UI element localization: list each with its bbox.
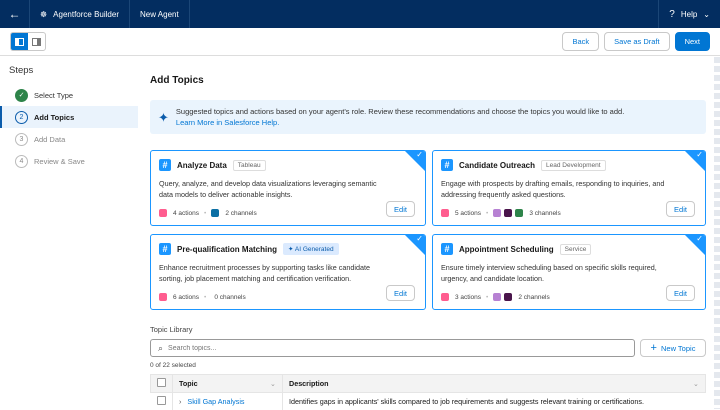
toolbar: Back Save as Draft Next [0, 28, 720, 56]
topic-tag: Lead Development [541, 159, 606, 171]
topic-tag: Service [559, 243, 592, 255]
edit-button[interactable]: Edit [386, 201, 415, 217]
checkmark-icon: ✓ [416, 150, 423, 159]
right-panel-toggle[interactable] [28, 33, 45, 50]
back-button[interactable]: Back [562, 32, 600, 51]
search-icon: ⌕ [158, 342, 164, 353]
topic-hash-icon: # [159, 159, 171, 171]
column-topic[interactable]: Topic ⌄ [172, 374, 283, 393]
topic-hash-icon: # [441, 159, 453, 171]
topic-card[interactable]: ✓ # Appointment Scheduling Service Ensure … [432, 234, 706, 310]
separator: • [204, 209, 207, 217]
topic-description: Query, analyze, and develop data visuali… [159, 179, 377, 199]
action-icon [441, 209, 449, 217]
panel-toggle [10, 32, 46, 51]
channel-icon [515, 209, 524, 217]
step-add-topics[interactable]: 2 Add Topics [0, 106, 138, 128]
topic-card[interactable]: ✓ # Pre-qualification Matching ✦ AI Genera… [150, 234, 426, 310]
action-count: 6 actions [173, 293, 200, 301]
separator: • [486, 209, 489, 217]
topic-card[interactable]: ✓ # Candidate Outreach Lead Development En… [432, 150, 706, 226]
action-icon [441, 293, 449, 301]
chevron-down-icon: ⌄ [269, 379, 276, 388]
global-header: ← ☸ Agentforce Builder New Agent ? Help ⌄ [0, 0, 720, 28]
separator: • [486, 293, 489, 301]
agentforce-logo-icon: ☸ [40, 9, 48, 19]
plus-icon: + [650, 342, 657, 354]
channel-icon [211, 209, 220, 217]
new-topic-button[interactable]: + New Topic [640, 339, 706, 357]
action-icon [159, 293, 167, 301]
edit-button[interactable]: Edit [666, 285, 695, 301]
step-add-data[interactable]: 3 Add Data [0, 128, 138, 150]
topic-tag: Tableau [232, 159, 266, 171]
channel-icon [504, 209, 513, 217]
separator: • [204, 293, 207, 301]
search-topics[interactable]: ⌕ [150, 339, 635, 357]
chevron-down-icon: ⌄ [703, 9, 710, 19]
left-panel-toggle[interactable] [11, 33, 28, 50]
edit-button[interactable]: Edit [386, 285, 415, 301]
selection-count: 0 of 22 selected [150, 362, 196, 369]
checkmark-icon: ✓ [696, 234, 703, 243]
step-select-type[interactable]: ✓ Select Type [0, 84, 138, 106]
channel-count: 0 channels [214, 293, 246, 301]
help-menu[interactable]: ? Help ⌄ [658, 0, 720, 28]
table-row: › Skill Gap Analysis Identifies gaps in a… [151, 392, 706, 410]
channel-icon [493, 293, 502, 301]
steps-sidebar: Steps ✓ Select Type 2 Add Topics 3 Add Data… [0, 57, 138, 409]
topic-hash-icon: # [441, 243, 453, 255]
step-review-save[interactable]: 4 Review & Save [0, 150, 138, 172]
edit-button[interactable]: Edit [666, 201, 695, 217]
column-description[interactable]: Description ⌄ [282, 374, 706, 393]
row-checkbox[interactable] [156, 395, 166, 405]
page-title: Add Topics [150, 75, 204, 86]
suggested-topics: ✓ # Analyze Data Tableau Query, analyze, a… [150, 150, 706, 310]
app-name[interactable]: ☸ Agentforce Builder [30, 0, 130, 28]
topic-card[interactable]: ✓ # Analyze Data Tableau Query, analyze, a… [150, 150, 426, 226]
topic-description: Enhance recruitment processes by support… [159, 263, 370, 283]
save-as-draft-button[interactable]: Save as Draft [604, 32, 670, 51]
topic-library-title: Topic Library [150, 325, 193, 334]
steps-title: Steps [9, 65, 34, 76]
channel-icon [493, 209, 502, 217]
expand-chevron-icon[interactable]: › [179, 397, 181, 406]
topic-name: Analyze Data [177, 160, 227, 170]
info-banner: ✦ Suggested topics and actions based on … [150, 100, 706, 134]
topic-tag: ✦ AI Generated [283, 243, 339, 255]
help-icon: ? [669, 8, 675, 20]
topic-description: Ensure timely interview scheduling based… [441, 263, 657, 283]
action-count: 3 actions [455, 293, 482, 301]
topic-table: Topic ⌄ Description ⌄ › Skill Gap Analysis … [150, 374, 706, 410]
channel-icon [504, 293, 513, 301]
topic-hash-icon: # [159, 243, 171, 255]
check-icon: ✓ [15, 88, 28, 102]
action-count: 5 actions [455, 209, 482, 217]
right-panel-icon [32, 37, 41, 46]
topic-name: Appointment Scheduling [459, 244, 554, 254]
channel-count: 2 channels [518, 293, 550, 301]
checkmark-icon: ✓ [696, 150, 703, 159]
learn-more-link[interactable]: Learn More in Salesforce Help. [176, 118, 279, 127]
channel-count: 2 channels [225, 209, 257, 217]
sparkle-icon: ✦ [158, 109, 169, 125]
main-content: Add Topics ✦ Suggested topics and action… [150, 57, 706, 410]
chevron-down-icon: ⌄ [692, 379, 699, 388]
action-icon [159, 209, 167, 217]
topic-name: Candidate Outreach [459, 160, 536, 170]
topic-description: Engage with prospects by drafting emails… [441, 179, 665, 199]
left-panel-icon [15, 37, 24, 46]
search-input[interactable] [168, 344, 634, 352]
next-button[interactable]: Next [674, 32, 710, 51]
back-arrow-icon[interactable]: ← [0, 0, 30, 28]
channel-count: 3 channels [529, 209, 561, 217]
checkmark-icon: ✓ [416, 234, 423, 243]
scrollbar[interactable] [714, 57, 720, 409]
select-all-checkbox[interactable] [157, 378, 166, 387]
topic-link[interactable]: Skill Gap Analysis [187, 397, 244, 406]
topic-name: Pre-qualification Matching [177, 244, 278, 254]
tab-new-agent[interactable]: New Agent [130, 0, 190, 28]
action-count: 4 actions [173, 209, 200, 217]
